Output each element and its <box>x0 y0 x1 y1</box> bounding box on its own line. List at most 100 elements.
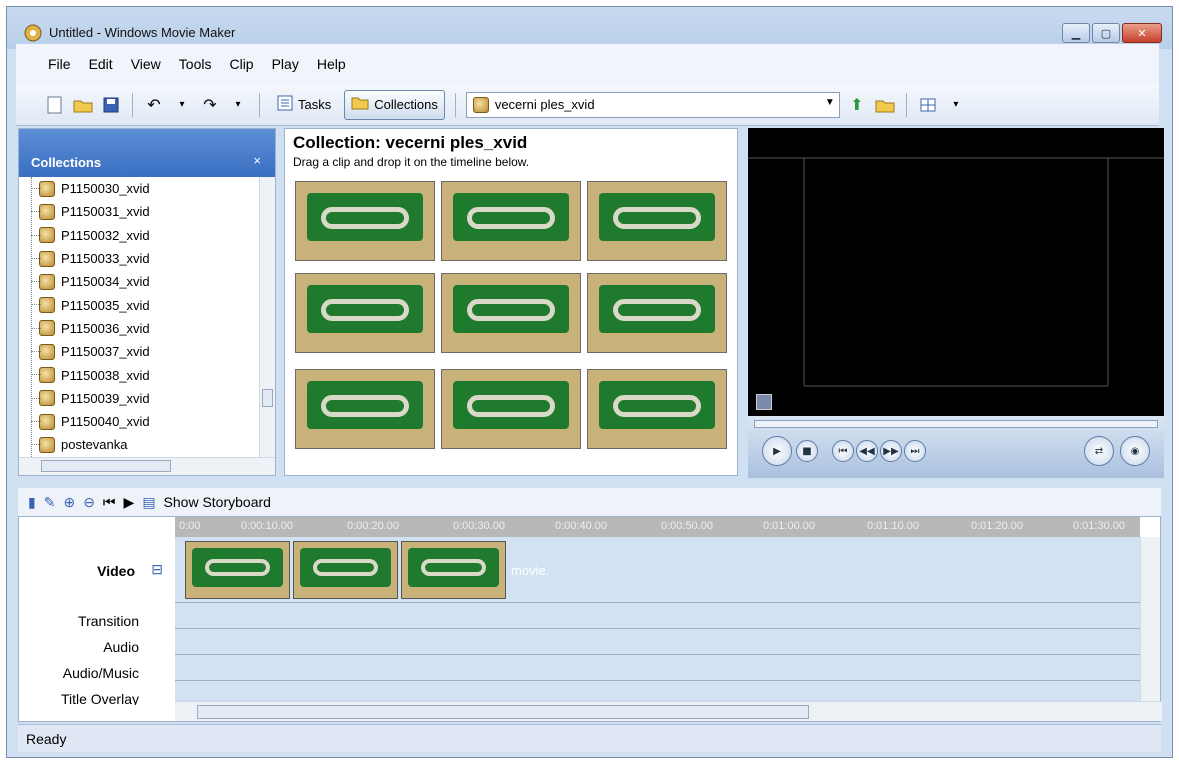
open-project-icon[interactable] <box>72 94 94 116</box>
collections-pane-header: Collections × <box>19 129 275 177</box>
collection-item[interactable]: P1150035_xvid <box>31 293 275 316</box>
clip-thumbnail[interactable] <box>441 181 581 261</box>
clip-thumbnail[interactable] <box>587 181 727 261</box>
collapse-icon[interactable]: ⊟ <box>151 561 163 578</box>
collection-item[interactable]: P1150031_xvid <box>31 200 275 223</box>
collection-item[interactable]: P1150033_xvid <box>31 247 275 270</box>
clip-thumbnail[interactable] <box>441 273 581 353</box>
chevron-down-icon[interactable]: ▼ <box>825 97 835 108</box>
redo-icon[interactable]: ↷ <box>199 94 221 116</box>
timeline-vertical-scrollbar[interactable] <box>1140 537 1160 703</box>
collection-item[interactable]: P1150037_xvid <box>31 340 275 363</box>
ruler-tick: 0:00:50.00 <box>661 520 713 532</box>
redo-dropdown-icon[interactable]: ▾ <box>227 94 249 116</box>
clip-thumbnail[interactable] <box>587 273 727 353</box>
collection-item[interactable]: P1150038_xvid <box>31 363 275 386</box>
timeline-clip[interactable] <box>401 541 506 599</box>
clip-thumbnail[interactable] <box>295 369 435 449</box>
timeline-horizontal-scrollbar[interactable] <box>175 701 1162 721</box>
clip-icon <box>39 413 55 430</box>
split-clip-icon[interactable] <box>756 394 772 410</box>
tasks-button[interactable]: Tasks <box>270 90 338 120</box>
clip-thumbnail[interactable] <box>295 273 435 353</box>
menu-edit[interactable]: Edit <box>89 56 113 72</box>
close-icon[interactable]: × <box>253 153 261 168</box>
storyboard-icon[interactable]: ▤ <box>142 494 155 511</box>
clip-thumbnail[interactable] <box>295 181 435 261</box>
new-project-icon[interactable] <box>44 94 66 116</box>
scroll-thumb[interactable] <box>41 460 171 472</box>
snapshot-icon[interactable]: ◉ <box>1120 436 1150 466</box>
timeline-ruler[interactable]: 0:00 0:00:10.00 0:00:20.00 0:00:30.00 0:… <box>175 517 1140 537</box>
toolbar-separator <box>454 92 456 117</box>
clip-icon <box>39 367 55 384</box>
folder-icon <box>351 96 369 113</box>
previous-frame-icon[interactable]: ⏮ <box>832 440 854 462</box>
rewind-icon[interactable]: ◀◀ <box>856 440 878 462</box>
split-icon[interactable]: ⇄ <box>1084 436 1114 466</box>
clip-thumbnail[interactable] <box>441 369 581 449</box>
collection-item[interactable]: P1150034_xvid <box>31 270 275 293</box>
zoom-out-icon[interactable]: ⊖ <box>83 494 95 511</box>
collection-select[interactable]: vecerni ples_xvid ▼ <box>465 91 840 118</box>
collection-select-value: vecerni ples_xvid <box>494 97 595 112</box>
collection-item[interactable]: postevanka <box>31 433 275 456</box>
transition-track[interactable] <box>175 603 1140 629</box>
undo-icon[interactable]: ↶ <box>143 94 165 116</box>
title-overlay-track[interactable] <box>175 681 1140 703</box>
undo-dropdown-icon[interactable]: ▾ <box>171 94 193 116</box>
title-bar[interactable]: Untitled - Windows Movie Maker ▁ ▢ ✕ <box>7 7 1172 49</box>
collection-item[interactable]: P1150036_xvid <box>31 317 275 340</box>
scroll-thumb[interactable] <box>262 389 273 407</box>
menu-file[interactable]: File <box>48 56 71 72</box>
views-dropdown-icon[interactable]: ▾ <box>945 94 967 116</box>
collection-item[interactable]: P1150040_xvid <box>31 410 275 433</box>
menu-view[interactable]: View <box>131 56 161 72</box>
save-project-icon[interactable] <box>100 94 122 116</box>
scroll-thumb[interactable] <box>197 705 809 719</box>
collection-item[interactable]: P1150030_xvid <box>31 177 275 200</box>
collection-icon <box>472 96 489 113</box>
menu-play[interactable]: Play <box>272 56 299 72</box>
rewind-timeline-icon[interactable]: ⏮ <box>103 494 116 511</box>
show-storyboard-button[interactable]: Show Storyboard <box>164 494 271 510</box>
minimize-button[interactable]: ▁ <box>1062 23 1090 43</box>
timeline-clip[interactable] <box>293 541 398 599</box>
menu-clip[interactable]: Clip <box>229 56 253 72</box>
zoom-in-icon[interactable]: ⊕ <box>63 494 75 511</box>
maximize-button[interactable]: ▢ <box>1092 23 1120 43</box>
collection-item[interactable]: P1150032_xvid <box>31 224 275 247</box>
seek-bar[interactable] <box>754 420 1158 428</box>
next-frame-icon[interactable]: ⏭ <box>904 440 926 462</box>
stop-icon[interactable]: ■ <box>796 440 818 462</box>
narrate-icon[interactable]: ▮ <box>28 494 36 511</box>
play-timeline-icon[interactable]: ▶ <box>124 494 135 511</box>
close-button[interactable]: ✕ <box>1122 23 1162 43</box>
menu-help[interactable]: Help <box>317 56 346 72</box>
ruler-tick: 0:00:30.00 <box>453 520 505 532</box>
clip-icon <box>39 436 55 453</box>
new-collection-folder-icon[interactable] <box>874 94 896 116</box>
up-one-level-icon[interactable]: ⬆ <box>846 94 868 116</box>
fast-forward-icon[interactable]: ▶▶ <box>880 440 902 462</box>
collection-item[interactable]: P1150039_xvid <box>31 387 275 410</box>
audio-levels-icon[interactable]: ✎ <box>44 494 56 511</box>
collections-horizontal-scrollbar[interactable] <box>19 457 275 475</box>
collections-pane: Collections × P1150030_xvid P1150031_xvi… <box>18 128 276 476</box>
clip-thumbnail[interactable] <box>587 369 727 449</box>
clip-icon <box>39 320 55 337</box>
collections-tree: P1150030_xvid P1150031_xvid P1150032_xvi… <box>19 177 275 459</box>
ruler-tick: 0:00:10.00 <box>241 520 293 532</box>
drop-hint: movie. <box>511 563 550 578</box>
video-track[interactable]: movie. <box>175 537 1140 603</box>
menu-tools[interactable]: Tools <box>179 56 212 72</box>
collections-button[interactable]: Collections <box>344 89 445 120</box>
audio-track[interactable] <box>175 629 1140 655</box>
audio-music-track[interactable] <box>175 655 1140 681</box>
play-icon[interactable]: ▶ <box>762 436 792 466</box>
window-title: Untitled - Windows Movie Maker <box>49 25 236 40</box>
views-icon[interactable] <box>917 94 939 116</box>
timeline-clip[interactable] <box>185 541 290 599</box>
track-area[interactable]: movie. <box>175 537 1140 703</box>
collections-vertical-scrollbar[interactable] <box>259 177 275 459</box>
